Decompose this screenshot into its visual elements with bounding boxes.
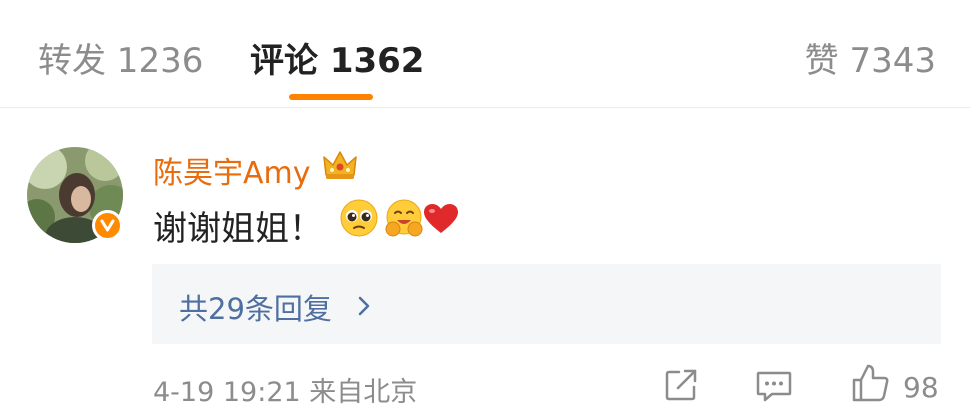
chevron-right-icon — [357, 295, 371, 321]
replies-count-label: 共29条回复 — [179, 292, 332, 326]
comment-text: 谢谢姐姐！ — [153, 209, 323, 249]
pleading-face-emoji — [339, 198, 379, 242]
tab-comment[interactable]: 评论 1362 — [250, 33, 424, 82]
tab-repost[interactable]: 转发 1236 — [38, 33, 203, 82]
comment-time-location: 4-19 19:21 来自北京 — [153, 377, 418, 408]
hugging-face-emoji — [383, 198, 425, 242]
active-tab-indicator — [289, 94, 373, 100]
tab-like[interactable]: 赞 7343 — [805, 33, 936, 82]
tab-bar: 转发 1236 评论 1362 赞 7343 — [0, 0, 970, 108]
like-count: 98 — [903, 371, 939, 404]
red-heart-emoji — [423, 203, 459, 239]
comment-author[interactable]: 陈昊宇Amy — [153, 148, 311, 192]
like-icon[interactable] — [851, 363, 891, 407]
verified-v-icon — [92, 210, 123, 241]
crown-icon — [321, 145, 359, 183]
reply-icon[interactable] — [755, 370, 793, 407]
replies-link[interactable]: 共29条回复 — [152, 264, 941, 344]
share-icon[interactable] — [664, 368, 700, 406]
